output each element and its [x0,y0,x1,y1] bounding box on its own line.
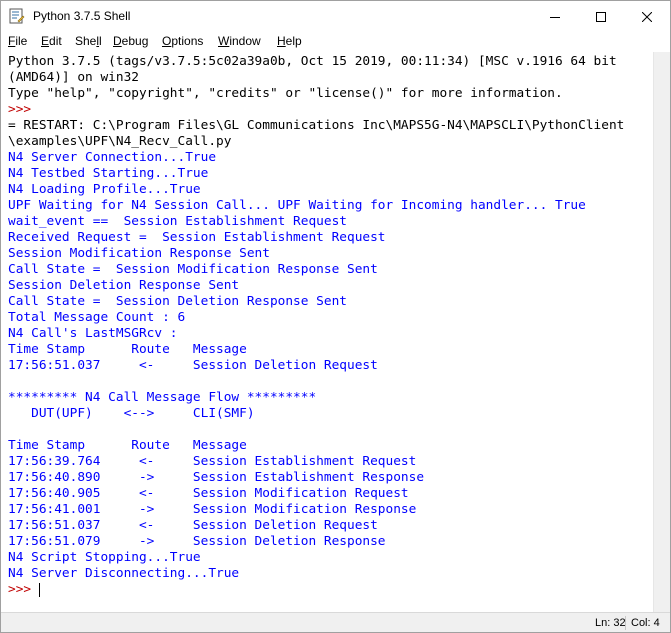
shell-output-line: 17:56:40.890 -> Session Establishment Re… [8,470,425,485]
menu-window[interactable]: Window [218,34,261,48]
status-column-number: Col: 4 [631,617,660,629]
shell-prompt: >>> [8,582,39,597]
menu-shell[interactable]: Shell [75,34,102,48]
shell-output-line: Received Request = Session Establishment… [8,230,386,245]
shell-text-area[interactable]: Python 3.7.5 (tags/v3.7.5:5c02a39a0b, Oc… [1,52,653,612]
shell-output-line: ********* N4 Call Message Flow ********* [8,390,317,405]
shell-output-line: 17:56:51.037 <- Session Deletion Request [8,358,378,373]
title-bar[interactable]: Python 3.7.5 Shell [1,1,670,32]
shell-output-line: (AMD64)] on win32 [8,70,139,85]
shell-output-line: 17:56:40.905 <- Session Modification Req… [8,486,409,501]
maximize-button[interactable] [578,1,624,32]
shell-output-line: N4 Loading Profile...True [8,182,201,197]
shell-output-line: Call State = Session Deletion Response S… [8,294,347,309]
menu-options[interactable]: Options [162,34,203,48]
shell-output-line: 17:56:39.764 <- Session Establishment Re… [8,454,417,469]
shell-output-line: \examples\UPF\N4_Recv_Call.py [8,134,232,149]
minimize-button[interactable] [532,1,578,32]
status-line-number: Ln: 32 [595,617,626,629]
shell-output-line: Type "help", "copyright", "credits" or "… [8,86,563,101]
menu-file[interactable]: File [8,34,27,48]
shell-prompt: >>> [8,102,39,117]
shell-output-line: Session Deletion Response Sent [8,278,240,293]
close-button[interactable] [624,1,670,32]
shell-output-line: 17:56:41.001 -> Session Modification Res… [8,502,417,517]
status-separator [625,616,626,630]
shell-output-line: 17:56:51.079 -> Session Deletion Respons… [8,534,386,549]
shell-output-line: Python 3.7.5 (tags/v3.7.5:5c02a39a0b, Oc… [8,54,617,69]
shell-output-line: Time Stamp Route Message [8,438,247,453]
shell-output-line: Call State = Session Modification Respon… [8,262,378,277]
shell-output-line: N4 Call's LastMSGRcv : [8,326,178,341]
shell-output-line: Total Message Count : 6 [8,310,186,325]
idle-app-icon [9,8,25,24]
shell-output-line: N4 Server Connection...True [8,150,217,165]
menu-bar: File Edit Shell Debug Options Window Hel… [1,32,670,52]
idle-shell-window: Python 3.7.5 Shell File Edit Shell Debug… [0,0,671,633]
shell-output-line: Session Modification Response Sent [8,246,270,261]
menu-debug[interactable]: Debug [113,34,148,48]
shell-output-line: = RESTART: C:\Program Files\GL Communica… [8,118,625,133]
shell-output-line: N4 Testbed Starting...True [8,166,209,181]
shell-output-line: DUT(UPF) <--> CLI(SMF) [8,406,255,421]
shell-output-line: N4 Script Stopping...True [8,550,201,565]
text-cursor [39,583,40,597]
vertical-scrollbar[interactable] [653,52,670,612]
menu-help[interactable]: Help [277,34,302,48]
status-bar: Ln: 32 Col: 4 [1,612,670,632]
shell-output-line: 17:56:51.037 <- Session Deletion Request [8,518,378,533]
shell-output-line: Time Stamp Route Message [8,342,247,357]
shell-output-line: N4 Server Disconnecting...True [8,566,240,581]
shell-output-line: UPF Waiting for N4 Session Call... UPF W… [8,198,586,213]
maximize-icon [596,11,606,22]
minimize-icon [550,16,560,18]
window-title: Python 3.7.5 Shell [33,9,131,23]
close-icon [642,11,652,22]
shell-output-line: wait_event == Session Establishment Requ… [8,214,347,229]
menu-edit[interactable]: Edit [41,34,62,48]
